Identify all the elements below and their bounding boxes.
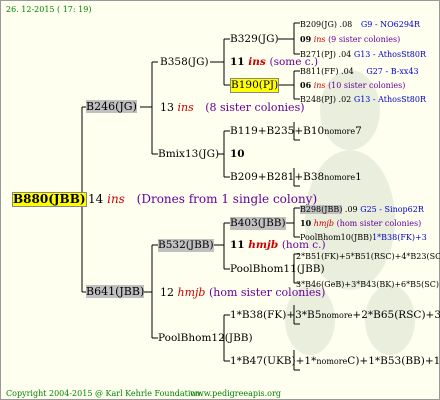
g5-b298[interactable]: B298(JBB) .09 G25 - Sinop62R xyxy=(300,203,424,216)
g5-b209[interactable]: B209(JG) .08 G9 - NO6294R xyxy=(300,18,420,31)
b641-gen-number: 12 xyxy=(160,286,174,299)
pool-bhom11[interactable]: PoolBhom11(JBB) xyxy=(230,263,325,276)
g5-06-note: (10 sister colonies) xyxy=(328,81,406,90)
g5-10: 10 hmjb (hom sister colonies) xyxy=(300,217,421,230)
g5-mix-c-id: 1*B38(FK)+3*B5 xyxy=(230,309,322,321)
b209-suffix: nomore xyxy=(324,173,356,182)
site-link[interactable]: www.pedigreeapis.org xyxy=(190,387,281,400)
b532-gen-number: 11 xyxy=(230,239,245,251)
g5-mix-d-suffix: nomore xyxy=(316,357,348,366)
pool-bhom12[interactable]: PoolBhom12(JBB) xyxy=(158,332,253,345)
queen-b190[interactable]: B190(PJ) xyxy=(230,78,280,93)
g5-b811-gen: .04 xyxy=(341,67,354,76)
g5-mix-b[interactable]: 3*B46(GeB)+3*B43(BK)+6*B5(SC) xyxy=(296,278,439,291)
b209-label: B209+B281+B38 xyxy=(230,171,325,183)
g5-09-gen: 09 xyxy=(300,34,312,44)
g5-b209-ref: G9 - NO6294R xyxy=(360,20,421,29)
g5-b248-gen: .02 xyxy=(338,95,352,104)
g5-09-note: (9 sister colonies) xyxy=(328,35,401,44)
g5-b209-id: B209(JG) xyxy=(300,20,337,29)
b641-tag: hmjb xyxy=(177,286,206,299)
g5-10-tag: hmjb xyxy=(313,219,335,228)
root-gen: 14 ins (Drones from 1 single colony) xyxy=(88,193,317,206)
queen-b246[interactable]: B246(JG) xyxy=(86,100,137,113)
b246-note: (8 sister colonies) xyxy=(205,101,305,114)
queen-b329[interactable]: B329(JG) xyxy=(230,33,279,46)
g5-b271-id: B271(PJ) xyxy=(300,50,336,59)
g5-pool10-id: PoolBhom10(JBB) xyxy=(300,233,373,242)
g5-b811[interactable]: B811(FF) .04 G27 - B-xx43 xyxy=(300,65,419,78)
g5-pool10-extra: 1*B38(FK)+3 xyxy=(372,233,427,242)
g5-06: 06 ins (10 sister colonies) xyxy=(300,79,405,92)
g5-10-note: (hom sister colonies) xyxy=(336,219,422,228)
g5-pool10[interactable]: PoolBhom10(JBB)1*B38(FK)+3 xyxy=(300,231,427,244)
b119-label: B119+B235+B10 xyxy=(230,125,325,137)
g5-b271-ref: G13 - AthosSt80R xyxy=(353,50,426,59)
queen-b209-mix[interactable]: B209+B281+B38nomore1 xyxy=(230,171,362,184)
g5-mix-c-suffix: nomore xyxy=(321,311,353,320)
g5-b209-gen: .08 xyxy=(339,20,353,29)
g5-06-gen: 06 xyxy=(300,80,312,90)
g5-mix-d-tail: C)+1*B53(BB)+1* xyxy=(347,355,440,367)
date-stamp: 26. 12-2015 ( 17: 19) xyxy=(6,5,92,14)
g5-b298-id: B298(JBB) xyxy=(300,205,343,214)
b358-tag: ins xyxy=(248,56,266,68)
bmix-gen: 10 xyxy=(230,148,245,160)
g5-b248[interactable]: B248(PJ) .02 G13 - AthosSt80R xyxy=(300,93,426,106)
queen-b641[interactable]: B641(JBB) xyxy=(86,285,145,298)
b246-gen-number: 13 xyxy=(160,101,174,114)
g5-mix-d[interactable]: 1*B47(UKB)+1*nomoreC)+1*B53(BB)+1* xyxy=(230,355,440,368)
g5-10-gen: 10 xyxy=(300,218,312,228)
g5-09-tag: ins xyxy=(313,35,326,44)
b532-tag: hmjb xyxy=(248,239,279,251)
root-tag: ins xyxy=(107,192,125,206)
queen-b532[interactable]: B532(JBB) xyxy=(158,239,214,252)
queen-b403[interactable]: B403(JBB) xyxy=(230,217,286,230)
g5-06-tag: ins xyxy=(313,81,326,90)
copyright: Copyright 2004-2015 @ Karl Kehrle Founda… xyxy=(6,389,203,398)
g5-mix-d-id: 1*B47(UKB)+1* xyxy=(230,355,317,367)
g5-b298-ref: G25 - Sinop62R xyxy=(360,205,424,214)
queen-b119-mix[interactable]: B119+B235+B10nomore7 xyxy=(230,125,362,138)
g5-b811-ref: G27 - B-xx43 xyxy=(366,67,419,76)
b358-gen-number: 11 xyxy=(230,56,245,68)
g5-mix-a[interactable]: 2*B51(FK)+5*B51(RSC)+4*B23(SC)+B8 xyxy=(296,250,440,263)
queen-b358[interactable]: B358(JG) xyxy=(160,56,209,69)
b209-gen: 1 xyxy=(355,171,362,183)
g5-09: 09 ins (9 sister colonies) xyxy=(300,33,400,46)
g5-b271-gen: .04 xyxy=(338,50,352,59)
g5-b811-id: B811(FF) xyxy=(300,67,339,76)
g5-b248-ref: G13 - AthosSt80R xyxy=(353,95,426,104)
b246-tag: ins xyxy=(177,101,194,114)
root-queen[interactable]: B880(JBB) xyxy=(12,192,87,207)
b119-gen: 7 xyxy=(355,125,362,137)
g5-b298-gen: .09 xyxy=(344,205,358,214)
queen-bmix13[interactable]: Bmix13(JG) xyxy=(158,148,219,161)
b119-suffix: nomore xyxy=(324,127,356,136)
root-gen-number: 14 xyxy=(88,192,104,206)
g5-b248-id: B248(PJ) xyxy=(300,95,336,104)
g5-mix-c-tail: +2*B65(RSC)+3*B xyxy=(352,309,440,321)
b246-gen: 13 ins (8 sister colonies) xyxy=(160,101,305,114)
g5-b271[interactable]: B271(PJ) .04 G13 - AthosSt80R xyxy=(300,48,426,61)
root-note: (Drones from 1 single colony) xyxy=(136,192,318,206)
g5-mix-c[interactable]: 1*B38(FK)+3*B5nomore+2*B65(RSC)+3*B xyxy=(230,309,440,322)
